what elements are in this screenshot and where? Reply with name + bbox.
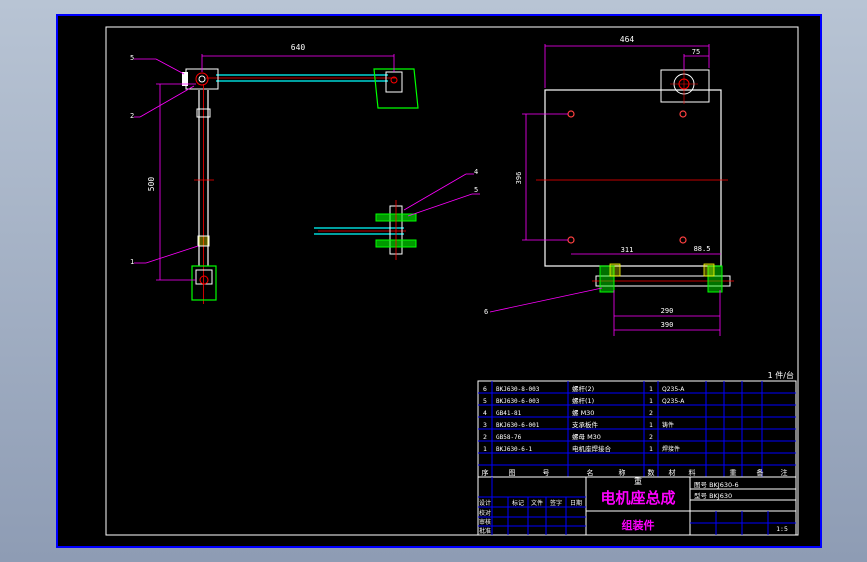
header-qty: 数 xyxy=(648,468,655,477)
part-seq: 3 xyxy=(483,421,487,429)
part-code: BKJ630-6-1 xyxy=(496,446,533,453)
header-seq: 序 xyxy=(482,468,489,477)
bottom-clevis xyxy=(195,269,213,285)
dim-plate-height: 396 xyxy=(515,172,523,185)
part-code: BKJ630-8-003 xyxy=(496,386,540,393)
right-end-clevis xyxy=(385,71,403,93)
dim-vertical-arm: 500 xyxy=(147,177,156,192)
rail-bolt-right xyxy=(703,263,715,277)
vertical-arm-thread xyxy=(197,235,210,247)
part-name: 电机座焊接合 xyxy=(572,444,612,453)
header-drawing: 图 xyxy=(509,469,516,477)
part-qty: 1 xyxy=(649,397,653,405)
sign-label-date: 日期 xyxy=(570,499,582,507)
header-title: 称 xyxy=(619,468,626,477)
leader-5 xyxy=(155,58,185,75)
left-arm-view: 640 500 5 2 1 xyxy=(130,43,419,304)
drawing-title: 电机座总成 xyxy=(600,489,675,507)
part-qty: 2 xyxy=(649,433,653,441)
header-material: 材 xyxy=(669,468,676,477)
sign-row-approve: 批准 xyxy=(479,527,491,535)
part-name: 螺 M30 xyxy=(572,408,594,417)
part-code: GB58-76 xyxy=(496,434,522,441)
sheet-info: 1 件/台 xyxy=(768,370,794,380)
dim-rail-inner: 290 xyxy=(661,307,674,315)
part-code: BKJ630-6-001 xyxy=(496,422,540,429)
corner-pivot-pin xyxy=(198,75,206,83)
part-code: GB41-81 xyxy=(496,410,522,417)
part-qty: 1 xyxy=(649,421,653,429)
leader-1 xyxy=(145,245,199,264)
leader-2 xyxy=(139,85,195,118)
balloon-5-top: 5 xyxy=(130,54,134,62)
bottom-pivot-hole xyxy=(199,275,209,285)
balloon-4-mid: 4 xyxy=(474,168,478,176)
leader-5-mid xyxy=(407,193,473,217)
dim-horizontal-arm: 640 xyxy=(291,43,306,52)
mount-hole-bottom-left xyxy=(567,236,575,244)
part-name: 螺杆(1) xyxy=(572,396,594,405)
part-material: 铸件 xyxy=(662,421,674,429)
part-name: 螺杆(2) xyxy=(572,384,594,393)
middle-section-view: 4 5 xyxy=(314,168,480,260)
dim-hole-edge: 88.5 xyxy=(694,245,711,253)
sign-row-check: 校对 xyxy=(479,509,491,517)
sign-row-review: 审核 xyxy=(479,518,491,526)
engineering-drawing: 640 500 5 2 1 4 5 464 75 396 311 88.5 29… xyxy=(56,14,822,548)
dim-rail-outer: 390 xyxy=(661,321,674,329)
header-note: 注 xyxy=(781,468,788,477)
mount-hole-top-left xyxy=(567,110,575,118)
leader-6 xyxy=(489,287,603,313)
sign-label-file: 文件 xyxy=(531,499,543,507)
part-seq: 5 xyxy=(483,397,487,405)
dim-plate-width: 464 xyxy=(620,35,635,44)
title-block: 6 BKJ630-8-003 螺杆(2) 1 Q235-A 5 BKJ630-6… xyxy=(477,380,797,536)
scale-value: 1:5 xyxy=(776,525,788,533)
plate-top-bracket xyxy=(660,69,710,103)
dim-bracket-offset: 75 xyxy=(692,48,700,56)
balloon-2-left: 2 xyxy=(130,112,134,120)
leader-4-mid xyxy=(403,173,467,211)
drawing-subtitle: 组装件 xyxy=(622,518,655,532)
cad-viewport[interactable]: 640 500 5 2 1 4 5 464 75 396 311 88.5 29… xyxy=(56,14,822,548)
part-seq: 2 xyxy=(483,433,487,441)
header-number: 号 xyxy=(543,469,550,477)
part-qty: 1 xyxy=(649,445,653,453)
part-seq: 6 xyxy=(483,385,487,393)
model-number: 型号 BKJ630 xyxy=(694,491,732,500)
part-seq: 4 xyxy=(483,409,487,417)
part-material: Q235-A xyxy=(662,398,685,405)
part-qty: 1 xyxy=(649,385,653,393)
motor-plate-view: 464 75 396 311 88.5 290 390 6 xyxy=(484,35,734,336)
balloon-5-mid: 5 xyxy=(474,186,478,194)
dim-hole-spacing: 311 xyxy=(621,246,634,254)
part-material: 焊接件 xyxy=(662,445,680,453)
part-code: BKJ630-6-003 xyxy=(496,398,540,405)
sign-row-design: 设计 xyxy=(479,499,491,507)
sign-label-sign: 签字 xyxy=(550,499,562,507)
header-weight: 重 xyxy=(730,469,737,477)
title-weight-mark: 重 xyxy=(634,476,642,486)
part-name: 支承板件 xyxy=(572,420,599,429)
part-material: Q235-A xyxy=(662,386,685,393)
header-material-2: 料 xyxy=(689,468,696,477)
mount-hole-bottom-right xyxy=(679,236,687,244)
header-name: 名 xyxy=(587,468,594,477)
drawing-number: 图号 BKJ630-6 xyxy=(694,481,739,489)
rail-bolt-left xyxy=(609,263,621,277)
header-remark: 备 xyxy=(757,468,764,477)
balloon-1-left: 1 xyxy=(130,258,134,266)
part-name: 螺母 M30 xyxy=(572,432,601,441)
part-seq: 1 xyxy=(483,445,487,453)
corner-pivot-hole xyxy=(195,72,209,86)
part-qty: 2 xyxy=(649,409,653,417)
balloon-6-bottom: 6 xyxy=(484,308,488,316)
sign-label-mark: 标记 xyxy=(512,499,524,507)
mount-hole-top-right xyxy=(679,110,687,118)
